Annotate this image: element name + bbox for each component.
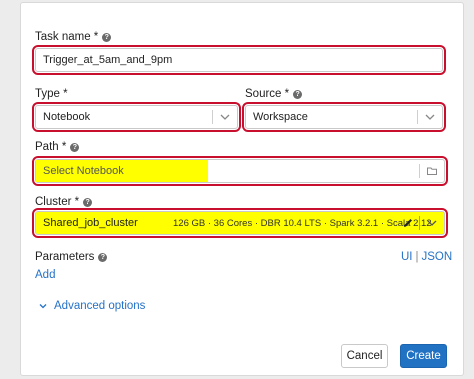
task-name-value: Trigger_at_5am_and_9pm [43,54,173,66]
source-label: Source * ? [245,88,303,100]
cluster-value: Shared_job_cluster [43,217,138,229]
folder-icon[interactable] [426,165,438,177]
help-icon[interactable]: ? [98,252,108,262]
task-name-input[interactable]: Trigger_at_5am_and_9pm [32,45,446,75]
chevron-down-icon[interactable] [219,111,231,123]
json-toggle[interactable]: JSON [422,251,453,263]
help-icon[interactable]: ? [102,32,112,42]
parameters-label: Parameters ? [35,251,108,263]
cluster-detail: 126 GB · 36 Cores · DBR 10.4 LTS · Spark… [173,217,432,229]
help-icon[interactable]: ? [83,197,93,207]
chevron-down-icon [39,304,47,309]
pencil-icon[interactable] [402,217,414,229]
cluster-select[interactable]: Shared_job_cluster 126 GB · 36 Cores · D… [32,208,448,238]
chevron-down-icon[interactable] [424,111,436,123]
path-label: Path * ? [35,141,80,153]
chevron-down-icon[interactable] [426,217,438,229]
source-value: Workspace [253,111,308,123]
path-input[interactable]: Select Notebook [32,156,448,186]
type-select[interactable]: Notebook [32,102,241,132]
add-parameter-link[interactable]: Add [35,269,55,281]
path-placeholder-highlight: Select Notebook [36,160,208,182]
create-button[interactable]: Create [400,344,447,368]
advanced-options-label: Advanced options [54,300,146,312]
ui-toggle[interactable]: UI [401,251,413,263]
source-select[interactable]: Workspace [242,102,446,132]
help-icon[interactable]: ? [293,89,303,99]
mode-divider: | [415,251,419,263]
advanced-options-toggle[interactable]: Advanced options [38,300,145,312]
cancel-button[interactable]: Cancel [341,344,388,368]
path-placeholder: Select Notebook [43,165,124,177]
parameters-mode-toggle: UI | JSON [401,251,452,263]
help-icon[interactable]: ? [70,142,80,152]
create-task-panel: Task name * ? Trigger_at_5am_and_9pm Typ… [20,2,464,376]
cluster-label: Cluster * ? [35,196,93,208]
type-value: Notebook [43,111,91,123]
task-name-label: Task name * ? [35,31,112,43]
type-label: Type * [35,88,68,100]
